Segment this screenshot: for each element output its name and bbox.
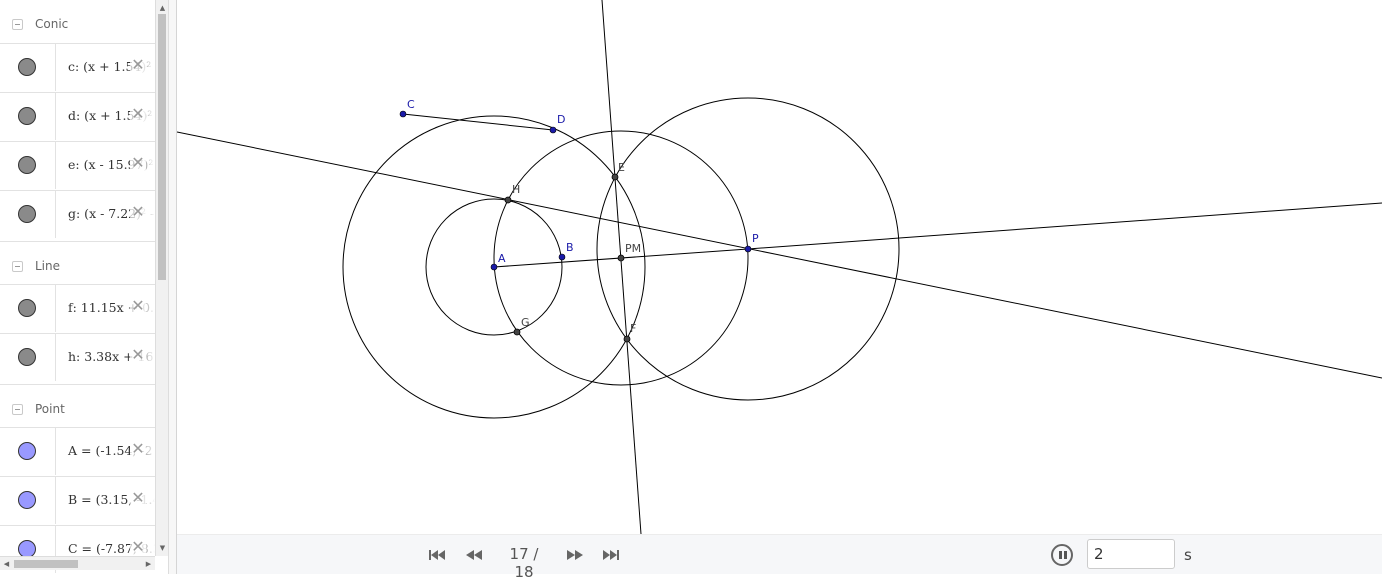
visibility-toggle[interactable] xyxy=(18,348,36,366)
label-G: G xyxy=(521,316,530,329)
algebra-item-g[interactable]: g: (x - 7.22)² - ✕ xyxy=(0,190,155,238)
label-E: E xyxy=(618,161,625,174)
line-f[interactable] xyxy=(601,0,642,535)
horizontal-scrollbar[interactable]: ◀ ▶ xyxy=(0,556,155,570)
scroll-right-icon[interactable]: ▶ xyxy=(142,558,155,570)
step-forward-icon[interactable] xyxy=(561,544,589,566)
step-back-icon[interactable] xyxy=(460,544,488,566)
algebra-item-e[interactable]: e: (x - 15.97)² ✕ xyxy=(0,141,155,189)
group-title: Line xyxy=(35,259,61,273)
scrollbar-thumb[interactable] xyxy=(158,14,166,280)
label-PM: PM xyxy=(625,242,641,255)
line-h[interactable] xyxy=(177,131,1382,379)
step-counter: 17 / 18 xyxy=(509,545,539,581)
delete-icon[interactable]: ✕ xyxy=(130,57,146,73)
label-H: H xyxy=(512,183,520,196)
view-divider[interactable] xyxy=(168,0,177,574)
group-header-point[interactable]: Point xyxy=(0,384,155,433)
group-header-line[interactable]: Line xyxy=(0,241,155,290)
point-G[interactable] xyxy=(513,328,521,336)
delete-icon[interactable]: ✕ xyxy=(130,204,146,220)
graphics-view[interactable]: C D E H A B PM P G F xyxy=(177,0,1382,574)
label-A: A xyxy=(498,252,506,265)
delete-icon[interactable]: ✕ xyxy=(130,441,146,457)
label-F: F xyxy=(630,322,636,335)
pause-icon[interactable] xyxy=(1051,544,1073,566)
skip-to-start-icon[interactable] xyxy=(423,544,451,566)
point-H[interactable] xyxy=(504,196,512,204)
collapse-icon[interactable] xyxy=(12,403,23,415)
point-P[interactable] xyxy=(744,245,752,253)
algebra-item-B[interactable]: B = (3.15, -1.4 ✕ xyxy=(0,476,155,524)
scroll-up-icon[interactable]: ▲ xyxy=(156,2,168,14)
algebra-item-h[interactable]: h: 3.38x + 16. ✕ xyxy=(0,333,155,381)
group-title: Point xyxy=(35,402,65,416)
algebra-view: Conic c: (x + 1.54)² ✕ d: (x + 1.54)² ✕ … xyxy=(0,0,168,574)
visibility-toggle[interactable] xyxy=(18,58,36,76)
label-D: D xyxy=(557,113,565,126)
vertical-scrollbar[interactable]: ▲ ▼ xyxy=(155,0,168,556)
label-B: B xyxy=(566,241,574,254)
collapse-icon[interactable] xyxy=(12,260,23,272)
delete-icon[interactable]: ✕ xyxy=(130,490,146,506)
algebra-item-f[interactable]: f: 11.15x + 0.8 ✕ xyxy=(0,284,155,332)
algebra-item-c[interactable]: c: (x + 1.54)² ✕ xyxy=(0,43,155,91)
delete-icon[interactable]: ✕ xyxy=(130,106,146,122)
delete-icon[interactable]: ✕ xyxy=(130,539,146,555)
point-E[interactable] xyxy=(611,173,619,181)
scrollbar-thumb[interactable] xyxy=(14,560,78,568)
label-P: P xyxy=(752,232,759,245)
visibility-toggle[interactable] xyxy=(18,491,36,509)
visibility-toggle[interactable] xyxy=(18,299,36,317)
algebra-item-A[interactable]: A = (-1.54, -2 ✕ xyxy=(0,427,155,475)
label-C: C xyxy=(407,98,415,111)
visibility-toggle[interactable] xyxy=(18,107,36,125)
skip-to-end-icon[interactable] xyxy=(597,544,625,566)
visibility-toggle[interactable] xyxy=(18,442,36,460)
speed-unit: s xyxy=(1184,546,1192,564)
ray-AP[interactable] xyxy=(747,202,1382,250)
scroll-down-icon[interactable]: ▼ xyxy=(156,542,168,554)
speed-input[interactable] xyxy=(1087,539,1175,569)
point-B[interactable] xyxy=(558,253,566,261)
point-D[interactable] xyxy=(549,126,557,134)
algebra-item-d[interactable]: d: (x + 1.54)² ✕ xyxy=(0,92,155,140)
visibility-toggle[interactable] xyxy=(18,205,36,223)
delete-icon[interactable]: ✕ xyxy=(130,155,146,171)
point-C[interactable] xyxy=(399,110,407,118)
construction-canvas[interactable]: C D E H A B PM P G F xyxy=(177,0,1382,574)
group-header-conic[interactable]: Conic xyxy=(0,0,155,48)
visibility-toggle[interactable] xyxy=(18,156,36,174)
point-A[interactable] xyxy=(490,263,498,271)
delete-icon[interactable]: ✕ xyxy=(130,298,146,314)
group-title: Conic xyxy=(35,17,69,31)
scroll-left-icon[interactable]: ◀ xyxy=(0,558,13,570)
construction-playbar: 17 / 18 s xyxy=(177,534,1382,581)
point-F[interactable] xyxy=(623,335,631,343)
collapse-icon[interactable] xyxy=(12,18,23,30)
delete-icon[interactable]: ✕ xyxy=(130,347,146,363)
point-PM[interactable] xyxy=(617,254,625,262)
